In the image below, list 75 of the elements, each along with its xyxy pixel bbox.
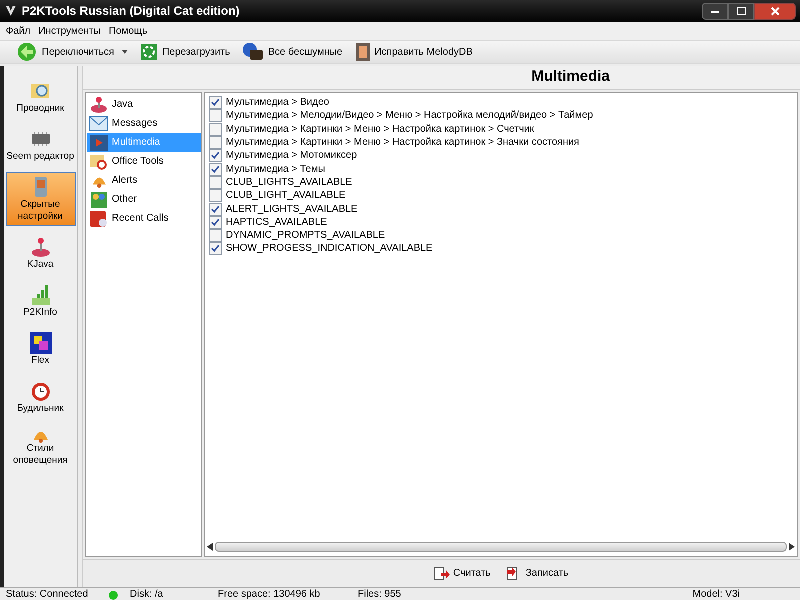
toolbar-button[interactable]: Все бесшумные	[242, 42, 343, 62]
menu-item[interactable]: Инструменты	[38, 24, 101, 38]
scroll-left-icon	[207, 543, 213, 551]
caret-icon	[122, 50, 128, 54]
category-item[interactable]: Java	[87, 95, 201, 114]
setting-label: Мультимедиа > Картинки > Меню > Настройка картинок > Значки состояния	[226, 136, 580, 150]
window-title: P2KTools Russian (Digital Cat edition)	[22, 3, 240, 20]
toolbar-button[interactable]: Перезагрузить	[140, 43, 230, 61]
toolbar-button[interactable]: Переключиться	[16, 42, 128, 62]
setting-label: Мультимедиа > Темы	[226, 162, 326, 177]
setting-label: ALERT_LIGHTS_AVAILABLE	[226, 202, 358, 217]
category-item[interactable]: Recent Calls	[87, 209, 201, 228]
read-icon	[434, 566, 450, 580]
panel-title: Multimedia	[532, 67, 610, 88]
scroll-right-icon	[789, 543, 795, 551]
sidebar-item[interactable]: Проводник	[6, 76, 76, 118]
setting-label: SHOW_PROGESS_INDICATION_AVAILABLE	[226, 242, 433, 256]
sidebar-item[interactable]: Seem редактор	[6, 124, 76, 166]
checkbox[interactable]	[209, 96, 222, 110]
sidebar-item[interactable]: Скрытые настройки	[6, 172, 76, 226]
action-button[interactable]: Записать	[506, 566, 569, 581]
toolbar-button[interactable]: Исправить MelodyDB	[354, 42, 473, 62]
setting-label: CLUB_LIGHTS_AVAILABLE	[226, 176, 352, 190]
minimize-icon	[711, 10, 719, 12]
film-play-icon	[89, 134, 109, 152]
sidebar-item[interactable]: Flex	[6, 328, 76, 370]
minimize-button[interactable]	[702, 2, 728, 20]
setting-label: Мультимедиа > Мелодии/Видео > Меню > Настройка мелодий/видео > Таймер	[226, 109, 594, 124]
refresh-icon	[140, 43, 158, 61]
files-text: Files: 955	[357, 589, 402, 600]
close-button[interactable]	[754, 2, 796, 20]
disk-text: Disk: /a	[129, 589, 164, 600]
checkbox[interactable]	[209, 162, 222, 176]
setting-label: Мультимедиа > Видео	[226, 96, 330, 110]
checkbox[interactable]	[209, 229, 222, 242]
close-icon	[770, 6, 780, 16]
model-text: Model: V3i	[692, 589, 741, 600]
sidebar-item[interactable]: P2KInfo	[6, 280, 76, 322]
sidebar-item[interactable]: KJava	[6, 232, 76, 274]
status-text: Status: Connected	[5, 589, 90, 600]
checkbox[interactable]	[209, 122, 222, 136]
flex-icon	[28, 331, 52, 355]
setting-label: HAPTICS_AVAILABLE	[226, 216, 328, 230]
checkbox[interactable]	[209, 242, 222, 256]
action-button[interactable]: Считать	[434, 566, 491, 581]
setting-label: DYNAMIC_PROMPTS_AVAILABLE	[226, 229, 386, 244]
category-item[interactable]: Office Tools	[87, 152, 201, 171]
setting-label: CLUB_LIGHT_AVAILABLE	[226, 189, 346, 204]
sidebar-item[interactable]: Будильник	[6, 376, 76, 418]
arrows-icon	[16, 42, 38, 62]
people-icon	[90, 190, 108, 208]
clock-folder-icon	[89, 152, 109, 170]
checkbox[interactable]	[209, 136, 222, 150]
checkbox[interactable]	[209, 109, 222, 122]
envelope-icon	[89, 116, 109, 132]
maximize-button[interactable]	[728, 2, 754, 20]
sidebar-item[interactable]: Стили оповещения	[6, 424, 76, 470]
horizontal-scrollbar[interactable]	[207, 541, 795, 553]
maximize-icon	[736, 7, 746, 15]
free-space-text: Free space: 130496 kb	[217, 589, 322, 600]
menu-item[interactable]: Файл	[6, 24, 31, 38]
checkbox[interactable]	[209, 202, 222, 216]
checkbox[interactable]	[209, 176, 222, 189]
checkbox[interactable]	[209, 149, 222, 162]
checkbox[interactable]	[209, 216, 222, 229]
category-item[interactable]: Messages	[87, 114, 201, 133]
setting-label: Мультимедиа > Картинки > Меню > Настройка картинок > Счетчик	[226, 122, 534, 137]
checkbox[interactable]	[209, 189, 222, 202]
app-icon	[4, 4, 18, 18]
menu-item[interactable]: Помощь	[108, 24, 148, 38]
category-item[interactable]: Other	[87, 190, 201, 209]
category-item[interactable]: Alerts	[87, 171, 201, 190]
setting-label: Мультимедиа > Мотомиксер	[226, 149, 358, 164]
joystick-icon	[90, 96, 108, 114]
document-icon	[354, 42, 371, 62]
